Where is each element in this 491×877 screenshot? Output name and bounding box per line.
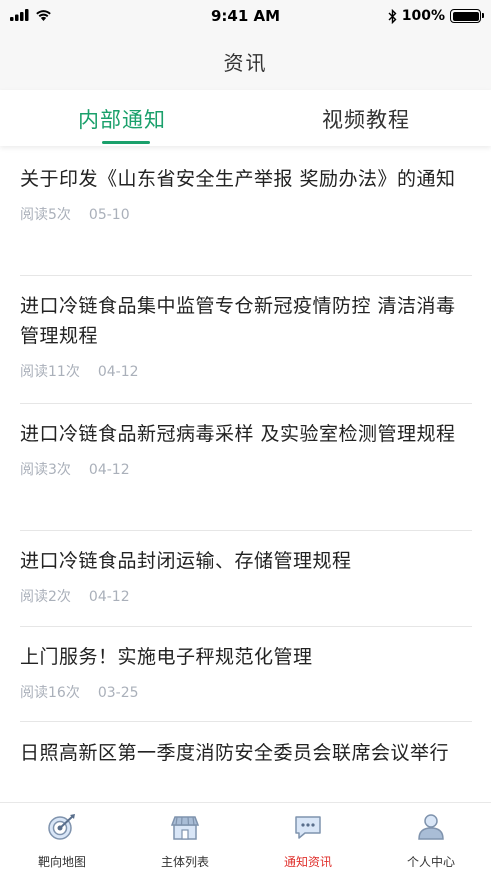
tab-bar-item-entity-list[interactable]: 主体列表: [135, 811, 235, 870]
list-item[interactable]: 日照高新区第一季度消防安全委员会联席会议举行: [20, 738, 472, 802]
list-item[interactable]: 进口冷链食品封闭运输、存储管理规程 阅读2次 04-12: [20, 546, 472, 627]
article-meta: 阅读3次 04-12: [20, 459, 472, 479]
read-count: 阅读5次: [20, 207, 71, 223]
status-bar: 9:41 AM 100%: [0, 0, 491, 34]
article-title: 关于印发《山东省安全生产举报 奖励办法》的通知: [20, 168, 456, 190]
article-meta: 阅读16次 03-25: [20, 682, 472, 702]
article-meta: 阅读2次 04-12: [20, 586, 472, 606]
chat-bubble-icon: [295, 816, 321, 839]
article-date: 05-10: [88, 207, 130, 223]
article-list: 关于印发《山东省安全生产举报 奖励办法》的通知 阅读5次 05-10 进口冷链食品…: [0, 146, 491, 802]
list-item[interactable]: 进口冷链食品新冠病毒采样 及实验室检测管理规程 阅读3次 04-12: [20, 419, 472, 531]
battery-icon: [450, 9, 484, 23]
article-date: 04-12: [88, 462, 130, 478]
tab-bar-label: 主体列表: [160, 855, 209, 869]
navigation-bar: 资讯: [0, 34, 491, 90]
read-count: 阅读3次: [20, 462, 71, 478]
tab-bar-label: 靶向地图: [37, 855, 86, 869]
read-count: 阅读11次: [20, 364, 80, 380]
page-title: 资讯: [223, 51, 268, 75]
article-meta: 阅读11次 04-12: [20, 361, 472, 381]
person-icon: [418, 814, 444, 840]
bluetooth-icon: [388, 8, 397, 24]
battery-percent: 100%: [401, 8, 445, 24]
tab-internal-notice[interactable]: 内部通知: [78, 104, 166, 134]
bottom-tab-bar: 靶向地图 主体列表 通知资讯 个人中心: [0, 802, 491, 877]
read-count: 阅读2次: [20, 589, 71, 605]
article-title: 日照高新区第一季度消防安全委员会联席会议举行: [20, 742, 450, 764]
article-title: 进口冷链食品集中监管专仓新冠疫情防控 清洁消毒管理规程: [20, 295, 456, 347]
article-meta: 阅读5次 05-10: [20, 204, 472, 224]
target-map-icon: [48, 814, 75, 840]
tab-bar-item-target-map[interactable]: 靶向地图: [12, 811, 112, 870]
tab-bar-item-notice-news[interactable]: 通知资讯: [258, 811, 358, 870]
article-title: 上门服务！实施电子秤规范化管理: [20, 646, 313, 668]
tab-bar-item-profile[interactable]: 个人中心: [381, 811, 481, 870]
article-date: 03-25: [97, 685, 139, 701]
article-date: 04-12: [97, 364, 139, 380]
segment-tabs: 内部通知 视频教程: [0, 90, 491, 146]
read-count: 阅读16次: [20, 685, 80, 701]
tab-bar-label: 个人中心: [406, 855, 455, 869]
tab-bar-label: 通知资讯: [283, 855, 332, 869]
article-title: 进口冷链食品新冠病毒采样 及实验室检测管理规程: [20, 423, 456, 445]
active-tab-indicator: [102, 141, 150, 144]
list-item[interactable]: 进口冷链食品集中监管专仓新冠疫情防控 清洁消毒管理规程 阅读11次 04-12: [20, 291, 472, 404]
store-icon: [170, 816, 200, 840]
article-title: 进口冷链食品封闭运输、存储管理规程: [20, 550, 352, 572]
list-item[interactable]: 关于印发《山东省安全生产举报 奖励办法》的通知 阅读5次 05-10: [20, 164, 472, 276]
tab-video-tutorial[interactable]: 视频教程: [322, 104, 410, 134]
article-date: 04-12: [88, 589, 130, 605]
list-item[interactable]: 上门服务！实施电子秤规范化管理 阅读16次 03-25: [20, 642, 472, 722]
